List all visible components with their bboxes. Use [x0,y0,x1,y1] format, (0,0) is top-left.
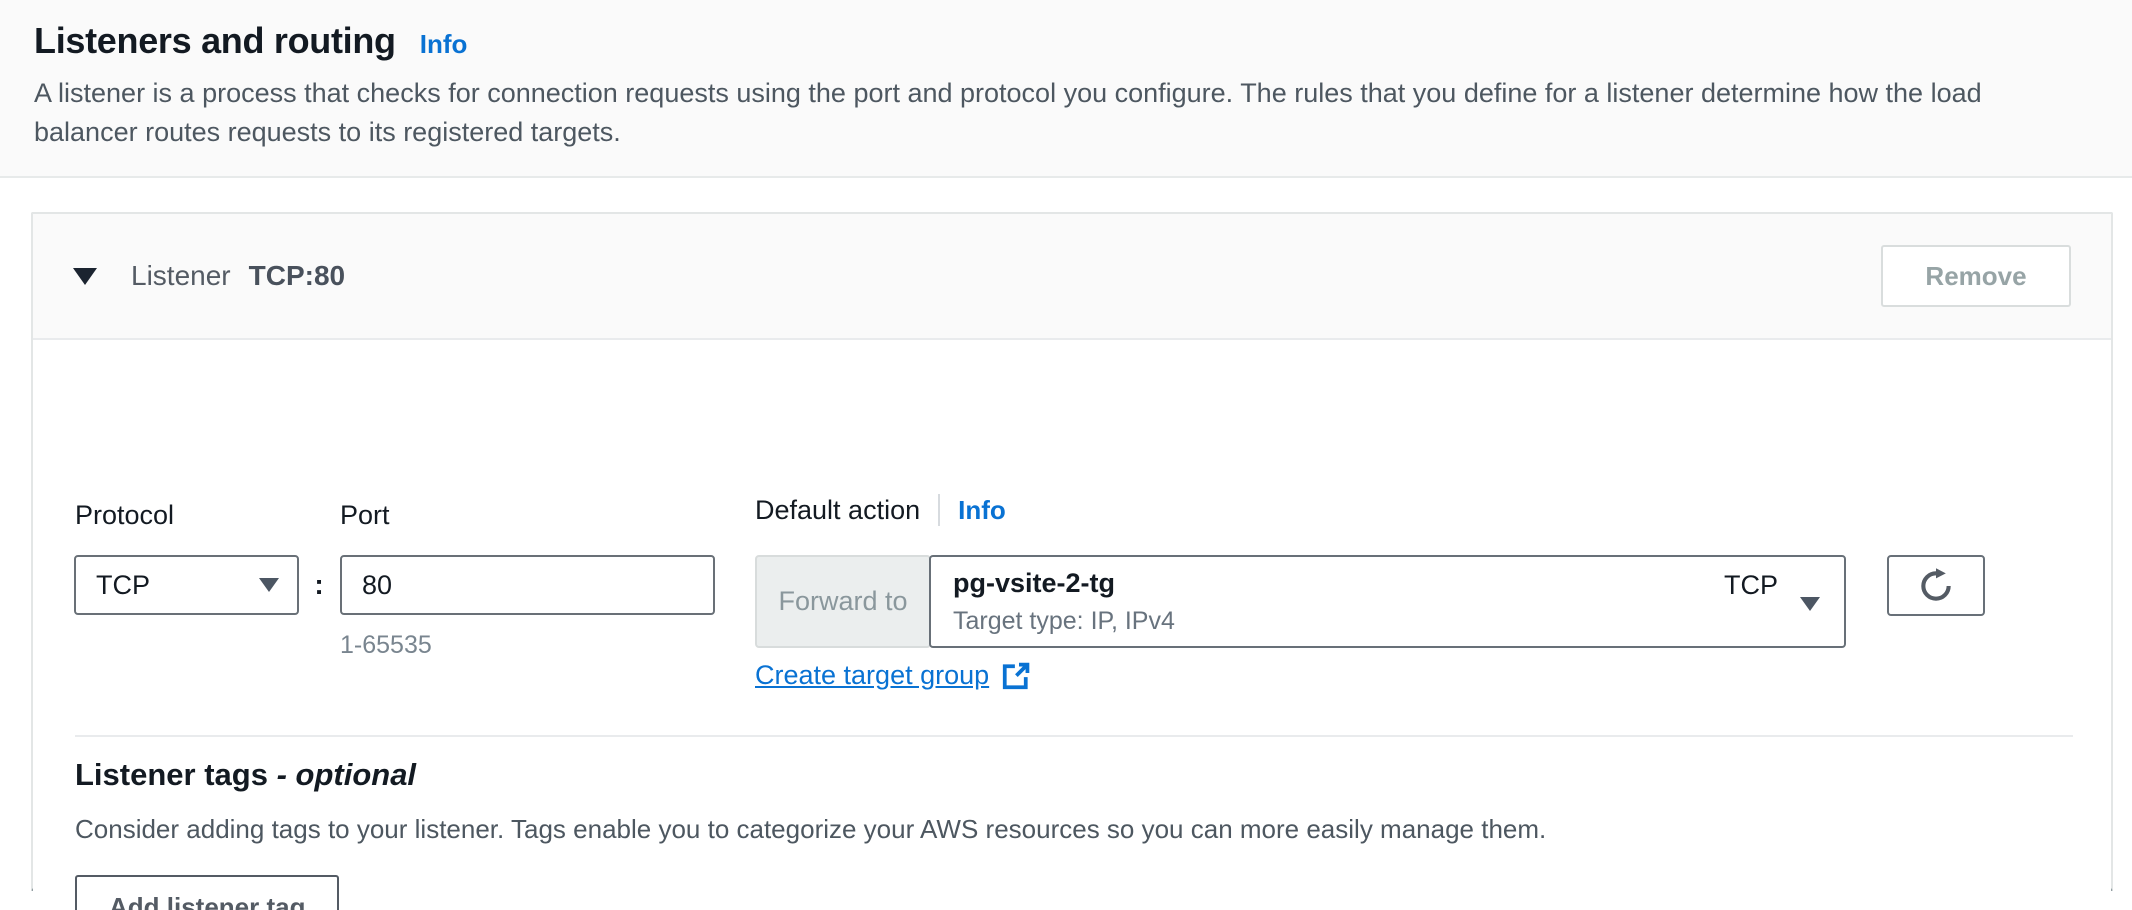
default-action-info-link[interactable]: Info [958,495,1006,526]
listeners-and-routing-page: Listeners and routing Info A listener is… [0,0,2132,910]
target-group-name: pg-vsite-2-tg [953,568,1115,599]
create-target-group-label: Create target group [755,660,989,691]
add-listener-tag-button[interactable]: Add listener tag [75,875,339,910]
port-label: Port [340,500,390,531]
section-header: Listeners and routing Info A listener is… [0,0,2132,178]
refresh-icon [1917,567,1955,605]
protocol-label: Protocol [75,500,174,531]
forward-to-label: Forward to [778,586,907,617]
listener-card-header: Listener TCP:80 Remove [33,214,2111,340]
section-description: A listener is a process that checks for … [34,74,2079,152]
target-group-select[interactable]: pg-vsite-2-tg Target type: IP, IPv4 TCP [929,555,1846,648]
listener-tags-heading-optional: - optional [277,757,416,792]
port-input[interactable] [340,555,715,615]
external-link-icon [1001,661,1031,691]
remove-listener-button[interactable]: Remove [1881,245,2071,307]
caret-down-icon[interactable] [73,268,97,285]
listener-tags-heading-main: Listener tags [75,757,268,792]
listener-tags-heading: Listener tags - optional [75,757,416,793]
default-action-label-row: Default action Info [755,494,1006,526]
caret-down-icon [259,578,279,592]
section-divider [75,735,2073,737]
caret-down-icon [1800,597,1820,611]
listener-card: Listener TCP:80 Remove Protocol Port Def… [31,212,2113,891]
listener-summary: TCP:80 [249,260,345,292]
default-action-label: Default action [755,495,920,526]
label-divider [938,494,940,526]
protocol-select-value: TCP [96,570,150,601]
listener-header-label: Listener [131,260,231,292]
target-group-protocol: TCP [1724,570,1778,601]
target-group-meta: Target type: IP, IPv4 [953,607,1175,636]
port-separator: : [307,555,331,615]
port-hint: 1-65535 [340,631,432,660]
listener-tags-description: Consider adding tags to your listener. T… [75,814,1546,845]
listener-card-body: Protocol Port Default action Info TCP : … [33,340,2111,891]
refresh-target-groups-button[interactable] [1887,555,1985,616]
protocol-select[interactable]: TCP [74,555,299,615]
page-title: Listeners and routing [34,20,396,62]
create-target-group-link[interactable]: Create target group [755,660,1031,691]
forward-to-addon: Forward to [755,555,931,648]
section-info-link[interactable]: Info [420,29,468,60]
